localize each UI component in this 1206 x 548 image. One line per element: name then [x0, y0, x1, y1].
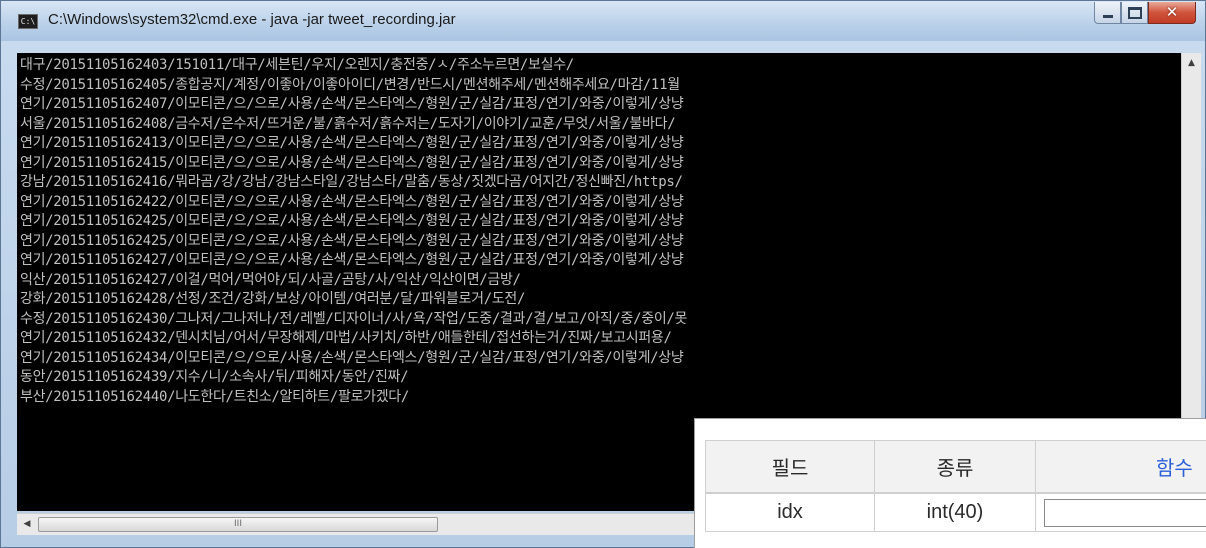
console-line: 동안/20151105162439/지수/니/소속사/뒤/피해자/동안/진짜/	[20, 369, 409, 385]
header-function: 함수	[1035, 440, 1206, 493]
cell-type: int(40)	[874, 493, 1036, 532]
console-line: 연기/20151105162415/이모티콘/으/으로/사용/손색/몬스타엑스/…	[20, 154, 684, 171]
scroll-left-arrow-icon[interactable]: ◀	[17, 514, 37, 535]
console-lines: 대구/20151105162403/151011/대구/세븐틴/우지/오렌지/충…	[20, 56, 687, 407]
header-field: 필드	[705, 440, 875, 493]
console-line: 연기/20151105162422/이모티콘/으/으로/사용/손색/몬스타엑스/…	[20, 193, 684, 210]
console-line: 익산/20151105162427/이걸/먹어/먹어야/되/사골/곰탕/사/익산…	[20, 271, 521, 288]
console-line: 강화/20151105162428/선정/조건/강화/보상/아이템/여러분/달/…	[20, 291, 526, 307]
maximize-button[interactable]	[1121, 2, 1148, 24]
console-line: 강남/20151105162416/뭐라곰/강/강남/강남스타일/강남스타/말춤…	[20, 174, 683, 190]
console-line: 대구/20151105162403/151011/대구/세븐틴/우지/오렌지/충…	[20, 57, 574, 73]
scroll-up-arrow-icon[interactable]: ▲	[1182, 53, 1201, 73]
minimize-icon	[1102, 15, 1113, 18]
console-line: 연기/20151105162425/이모티콘/으/으로/사용/손색/몬스타엑스/…	[20, 232, 684, 249]
console-line: 연기/20151105162432/덴시치님/어서/무장해제/마법/사키치/하반…	[20, 330, 672, 346]
field-table: 필드 종류 함수 idx int(40)	[694, 418, 1206, 548]
close-icon: ✕	[1165, 3, 1179, 21]
maximize-icon	[1127, 6, 1142, 19]
console-line: 연기/20151105162413/이모티콘/으/으로/사용/손색/몬스타엑스/…	[20, 135, 684, 151]
table-row: idx int(40)	[705, 493, 1206, 532]
field-table-header: 필드 종류 함수	[705, 440, 1206, 493]
console-line: 연기/20151105162425/이모티콘/으/으로/사용/손색/몬스타엑스/…	[20, 213, 684, 229]
cmd-icon[interactable]: C:\	[18, 14, 38, 29]
console-line: 부산/20151105162440/나도한다/트친소/알티하트/팔로가겠다/	[20, 388, 410, 405]
console-line: 수정/20151105162430/그나저/그나저나/전/레벨/디자이너/사/욕…	[20, 310, 688, 327]
cell-field: idx	[705, 493, 875, 532]
function-input[interactable]	[1045, 499, 1206, 526]
minimize-button[interactable]	[1094, 2, 1121, 24]
console-line: 수정/20151105162405/종합공지/계정/이좋아/이좋아이디/변경/반…	[20, 76, 680, 93]
scrollbar-thumb[interactable]: III	[38, 517, 438, 532]
window-title: C:\Windows\system32\cmd.exe - java -jar …	[48, 11, 456, 28]
function-input-box	[1044, 498, 1206, 527]
title-bar[interactable]: C:\ C:\Windows\system32\cmd.exe - java -…	[1, 1, 1205, 41]
console-line: 연기/20151105162434/이모티콘/으/으로/사용/손색/몬스타엑스/…	[20, 349, 684, 366]
console-line: 서울/20151105162408/금수저/은수저/뜨거운/불/흙수저/흙수저는…	[20, 115, 676, 132]
close-button[interactable]: ✕	[1148, 2, 1196, 24]
console-line: 연기/20151105162427/이모티콘/으/으로/사용/손색/몬스타엑스/…	[20, 252, 684, 268]
window-controls: ✕	[1094, 2, 1196, 27]
cell-function	[1035, 493, 1206, 532]
console-line: 연기/20151105162407/이모티콘/으/으로/사용/손색/몬스타엑스/…	[20, 96, 684, 112]
header-type: 종류	[874, 440, 1036, 493]
